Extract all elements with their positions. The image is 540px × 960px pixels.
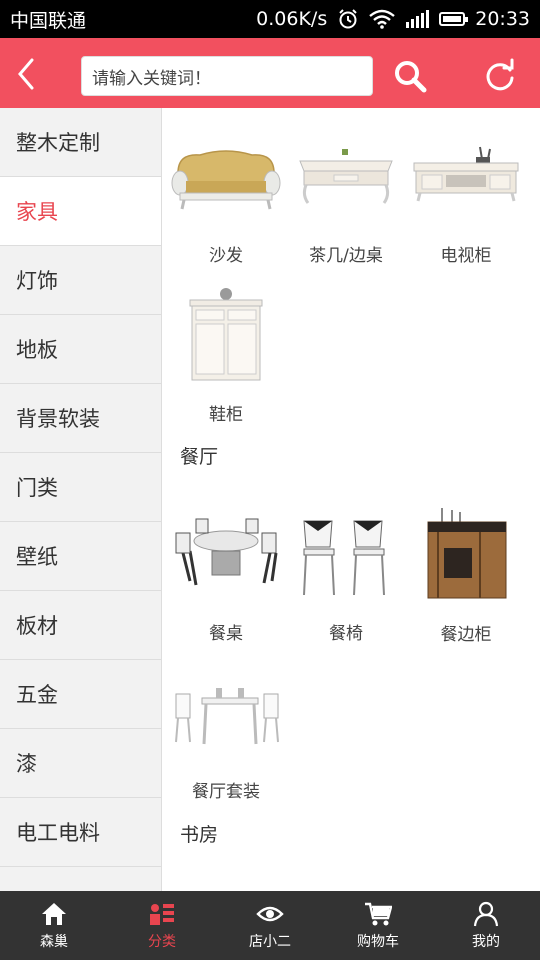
dining-set-image xyxy=(168,664,284,763)
battery-icon xyxy=(439,12,469,26)
section-title-dining: 餐厅 xyxy=(180,445,219,468)
sidebar-item-hardware[interactable]: 五金 xyxy=(0,660,161,729)
category-sidebar: 整木定制 家具 灯饰 地板 背景软装 门类 壁纸 板材 五金 漆 电工电料 xyxy=(0,108,162,891)
refresh-icon[interactable] xyxy=(482,58,518,94)
dining-chair-image xyxy=(288,506,404,605)
sidebar-item-boards[interactable]: 板材 xyxy=(0,591,161,660)
sidebar-item-wallpaper[interactable]: 壁纸 xyxy=(0,522,161,591)
sidebar-item-furniture[interactable]: 家具 xyxy=(0,177,161,246)
living-room-grid: 沙发 茶几/边桌 电视柜 鞋柜 xyxy=(162,108,540,425)
sidebar-item-label: 灯饰 xyxy=(16,269,58,293)
sidebar-item-whole-wood[interactable]: 整木定制 xyxy=(0,108,161,177)
shoe-cabinet-image xyxy=(168,286,284,386)
dining-grid: 餐桌 餐椅 餐边柜 餐厅套装 xyxy=(162,486,540,802)
sidebar-item-lighting[interactable]: 灯饰 xyxy=(0,246,161,315)
nav-item-home[interactable]: 森巢 xyxy=(0,891,108,960)
sidebar-item-label: 背景软装 xyxy=(16,407,100,431)
sidebar-item-label: 壁纸 xyxy=(16,545,58,569)
category-cell-sideboard[interactable]: 餐边柜 xyxy=(406,486,526,645)
coffee-table-image xyxy=(288,128,404,227)
category-cell-label: 餐椅 xyxy=(329,624,363,644)
category-list-icon xyxy=(150,903,174,925)
nav-item-label: 森巢 xyxy=(40,933,68,950)
back-arrow-icon[interactable] xyxy=(12,56,42,92)
sidebar-item-soft-decor[interactable]: 背景软装 xyxy=(0,384,161,453)
sidebar-item-label: 整木定制 xyxy=(16,131,100,155)
category-cell-dining-set[interactable]: 餐厅套装 xyxy=(166,644,286,802)
category-cell-label: 沙发 xyxy=(209,246,243,266)
section-title-study: 书房 xyxy=(180,823,219,846)
sidebar-item-doors[interactable]: 门类 xyxy=(0,453,161,522)
nav-item-label: 我的 xyxy=(472,933,500,950)
tv-cabinet-image xyxy=(408,128,524,227)
sofa-image xyxy=(168,128,284,227)
sidebar-item-label: 家具 xyxy=(16,200,58,224)
carrier-label: 中国联通 xyxy=(10,9,87,32)
sidebar-item-paint[interactable]: 漆 xyxy=(0,729,161,798)
sidebar-item-label: 五金 xyxy=(16,683,58,707)
nav-item-label: 店小二 xyxy=(249,933,291,950)
sidebar-item-label: 漆 xyxy=(16,752,37,776)
signal-icon xyxy=(406,10,430,28)
sidebar-item-label: 门类 xyxy=(16,476,58,500)
category-cell-coffee-table[interactable]: 茶几/边桌 xyxy=(286,108,406,266)
wifi-icon xyxy=(369,9,396,29)
category-cell-label: 餐边柜 xyxy=(440,625,492,645)
search-icon[interactable] xyxy=(392,58,428,94)
header: 请输入关键词！ xyxy=(0,38,540,108)
clock: 20:33 xyxy=(475,8,530,30)
sidebar-item-label: 地板 xyxy=(16,338,58,362)
bottom-nav: 森巢 分类 店小二 购物车 我的 xyxy=(0,891,540,960)
category-cell-dining-table[interactable]: 餐桌 xyxy=(166,486,286,644)
cart-icon xyxy=(365,902,392,925)
category-cell-label: 鞋柜 xyxy=(209,405,243,425)
network-speed: 0.06K/s xyxy=(256,8,328,30)
alarm-icon xyxy=(339,9,357,29)
category-cell-sofa[interactable]: 沙发 xyxy=(166,108,286,266)
sidebar-item-flooring[interactable]: 地板 xyxy=(0,315,161,384)
sidebar-item-label: 电工电料 xyxy=(16,821,100,845)
sidebar-item-electrical[interactable]: 电工电料 xyxy=(0,798,161,867)
category-cell-tv-cabinet[interactable]: 电视柜 xyxy=(406,108,526,266)
nav-item-label: 购物车 xyxy=(357,933,399,950)
nav-item-category[interactable]: 分类 xyxy=(108,891,216,960)
eye-icon xyxy=(256,906,284,921)
nav-item-label: 分类 xyxy=(148,933,176,950)
category-cell-shoe-cabinet[interactable]: 鞋柜 xyxy=(166,266,286,425)
category-cell-dining-chair[interactable]: 餐椅 xyxy=(286,486,406,644)
home-icon xyxy=(42,902,66,925)
status-bar-right: 0.06K/s 20:33 xyxy=(256,8,530,30)
nav-item-mine[interactable]: 我的 xyxy=(432,891,540,960)
category-cell-label: 电视柜 xyxy=(440,246,492,266)
status-bar: 中国联通 0.06K/s 20:33 xyxy=(0,0,540,38)
search-input[interactable]: 请输入关键词！ xyxy=(81,56,373,96)
category-cell-label: 餐桌 xyxy=(209,624,243,644)
nav-item-service[interactable]: 店小二 xyxy=(216,891,324,960)
sidebar-item-label: 板材 xyxy=(16,614,58,638)
sideboard-image xyxy=(408,506,524,606)
category-cell-label: 茶几/边桌 xyxy=(309,246,383,266)
search-placeholder: 请输入关键词！ xyxy=(92,68,211,89)
category-cell-label: 餐厅套装 xyxy=(192,782,260,802)
category-content: 沙发 茶几/边桌 电视柜 鞋柜 餐厅 餐桌 餐椅 餐边柜 餐厅套装 书房 xyxy=(162,108,540,891)
user-icon xyxy=(473,901,499,926)
dining-table-image xyxy=(168,506,284,605)
nav-item-cart[interactable]: 购物车 xyxy=(324,891,432,960)
